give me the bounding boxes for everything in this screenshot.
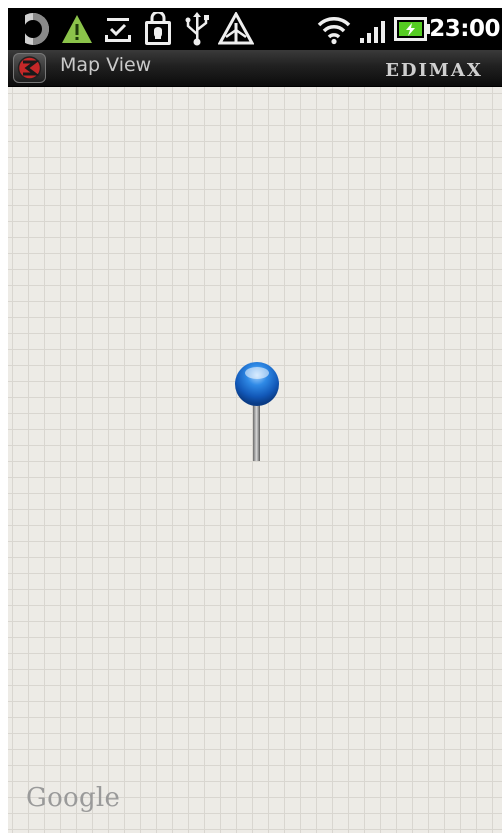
signal-icon (356, 11, 390, 47)
location-pin-marker[interactable] (233, 361, 283, 465)
shopping-bag-icon (140, 11, 176, 47)
status-bar: 23:00 (8, 8, 502, 50)
app-title-bar: Map View EDIMAX (8, 50, 502, 87)
warning-icon (58, 11, 96, 47)
debug-warning-icon (216, 11, 256, 47)
download-icon (100, 11, 136, 47)
edimax-logo-graphic: EDIMAX (385, 60, 483, 81)
google-attribution: Google (26, 783, 121, 813)
usb-icon (180, 11, 214, 47)
phone-screen: 23:00 Map View EDIMAX Google (8, 8, 502, 833)
app-icon[interactable] (13, 53, 46, 83)
wifi-icon (314, 11, 354, 47)
map-canvas[interactable]: Google (8, 87, 502, 833)
battery-charging-icon (392, 11, 434, 47)
app-title: Map View (60, 54, 152, 76)
svg-text:EDIMAX: EDIMAX (385, 60, 483, 81)
sync-icon (8, 11, 62, 47)
status-time: 23:00 (429, 16, 500, 42)
edimax-logo: EDIMAX (372, 56, 496, 82)
